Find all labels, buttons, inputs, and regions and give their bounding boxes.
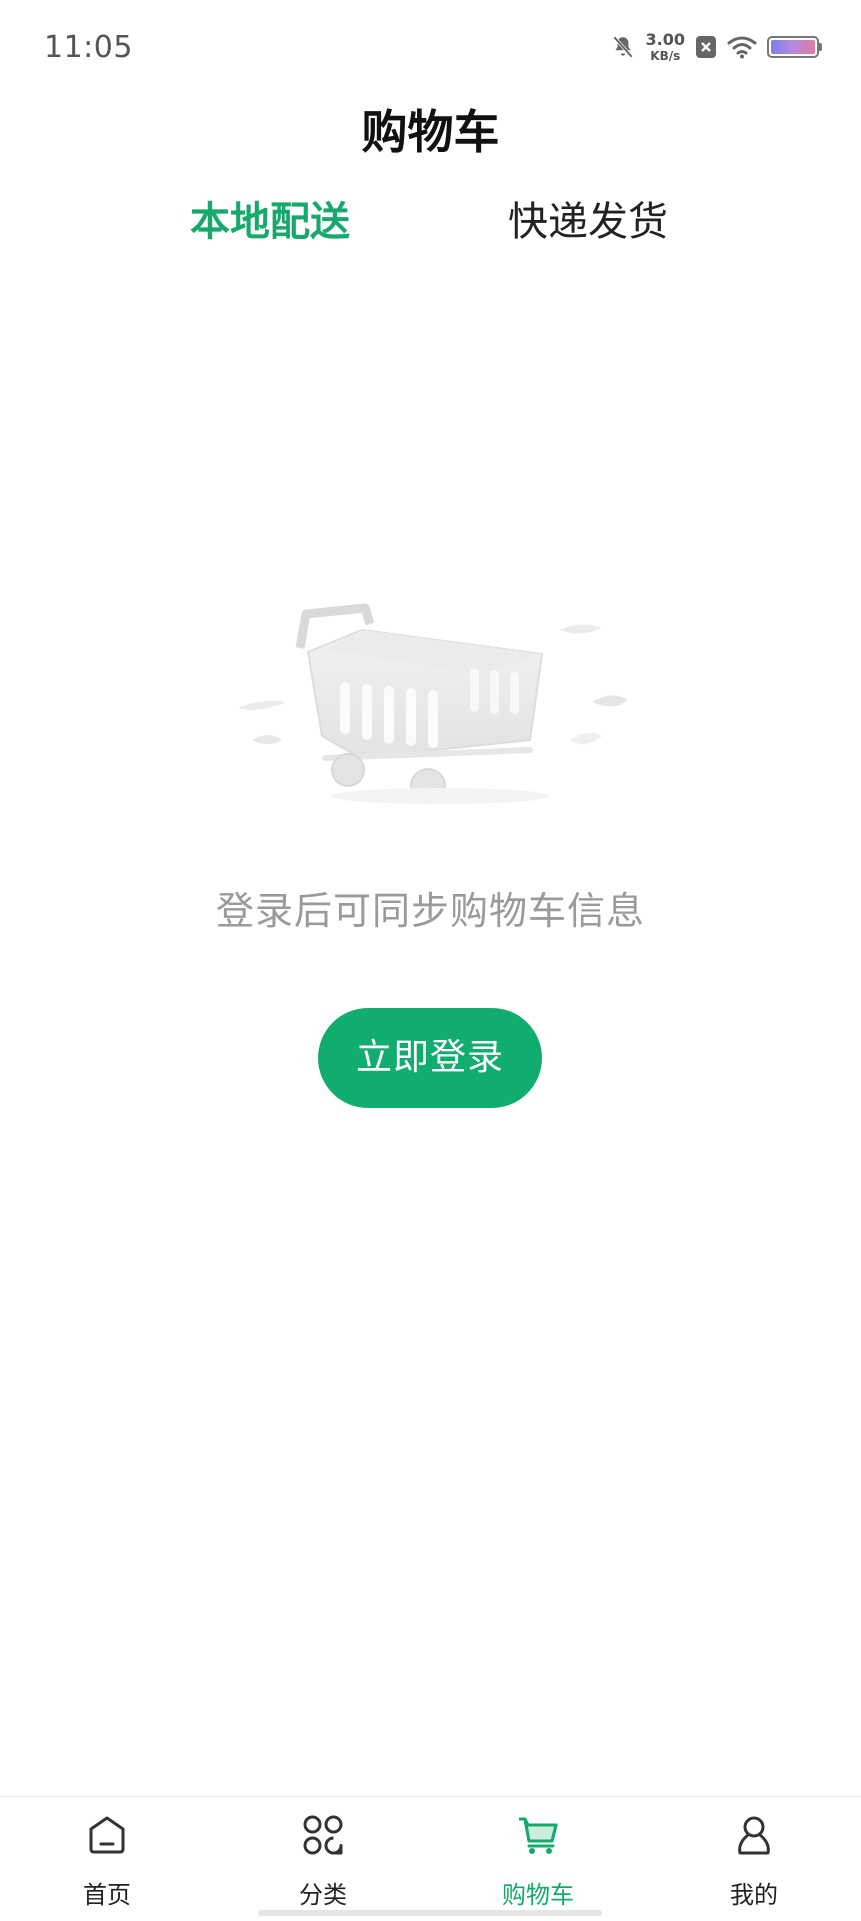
- status-time: 11:05: [44, 30, 133, 65]
- delivery-tabs: 本地配送 快递发货: [0, 192, 861, 252]
- bottom-nav: 首页 分类 购物车 我的: [0, 1796, 861, 1921]
- home-icon: [89, 1816, 125, 1854]
- empty-cart-illustration: [238, 603, 628, 804]
- nav-label-cart: 购物车: [502, 1881, 574, 1909]
- tab-local-delivery[interactable]: 本地配送: [190, 192, 350, 252]
- no-sim-icon: [696, 36, 716, 58]
- battery-icon: [767, 36, 822, 58]
- login-button[interactable]: 立即登录: [318, 1008, 542, 1108]
- nav-item-mine[interactable]: 我的: [674, 1797, 834, 1921]
- nav-item-home[interactable]: 首页: [27, 1797, 187, 1921]
- mute-icon: [612, 36, 633, 58]
- net-speed-unit: KB/s: [650, 49, 681, 63]
- empty-cart-message: 登录后可同步购物车信息: [215, 889, 645, 933]
- nav-item-category[interactable]: 分类: [243, 1797, 403, 1921]
- nav-label-mine: 我的: [730, 1881, 778, 1909]
- tab-express-shipping[interactable]: 快递发货: [508, 192, 668, 252]
- profile-icon: [738, 1816, 770, 1855]
- wifi-icon: [727, 36, 757, 59]
- status-bar: 11:05 3.00 KB/s: [0, 0, 861, 100]
- category-icon: [303, 1815, 343, 1855]
- page-title: 购物车: [361, 105, 500, 159]
- status-icons: 3.00 KB/s: [610, 30, 822, 63]
- net-speed: 3.00 KB/s: [645, 30, 685, 63]
- home-indicator: [258, 1910, 602, 1916]
- nav-label-home: 首页: [83, 1881, 131, 1909]
- net-speed-value: 3.00: [645, 30, 685, 49]
- nav-item-cart[interactable]: 购物车: [458, 1797, 618, 1921]
- battery-fill: [771, 40, 815, 54]
- cart-icon: [519, 1817, 558, 1854]
- nav-label-category: 分类: [299, 1881, 347, 1909]
